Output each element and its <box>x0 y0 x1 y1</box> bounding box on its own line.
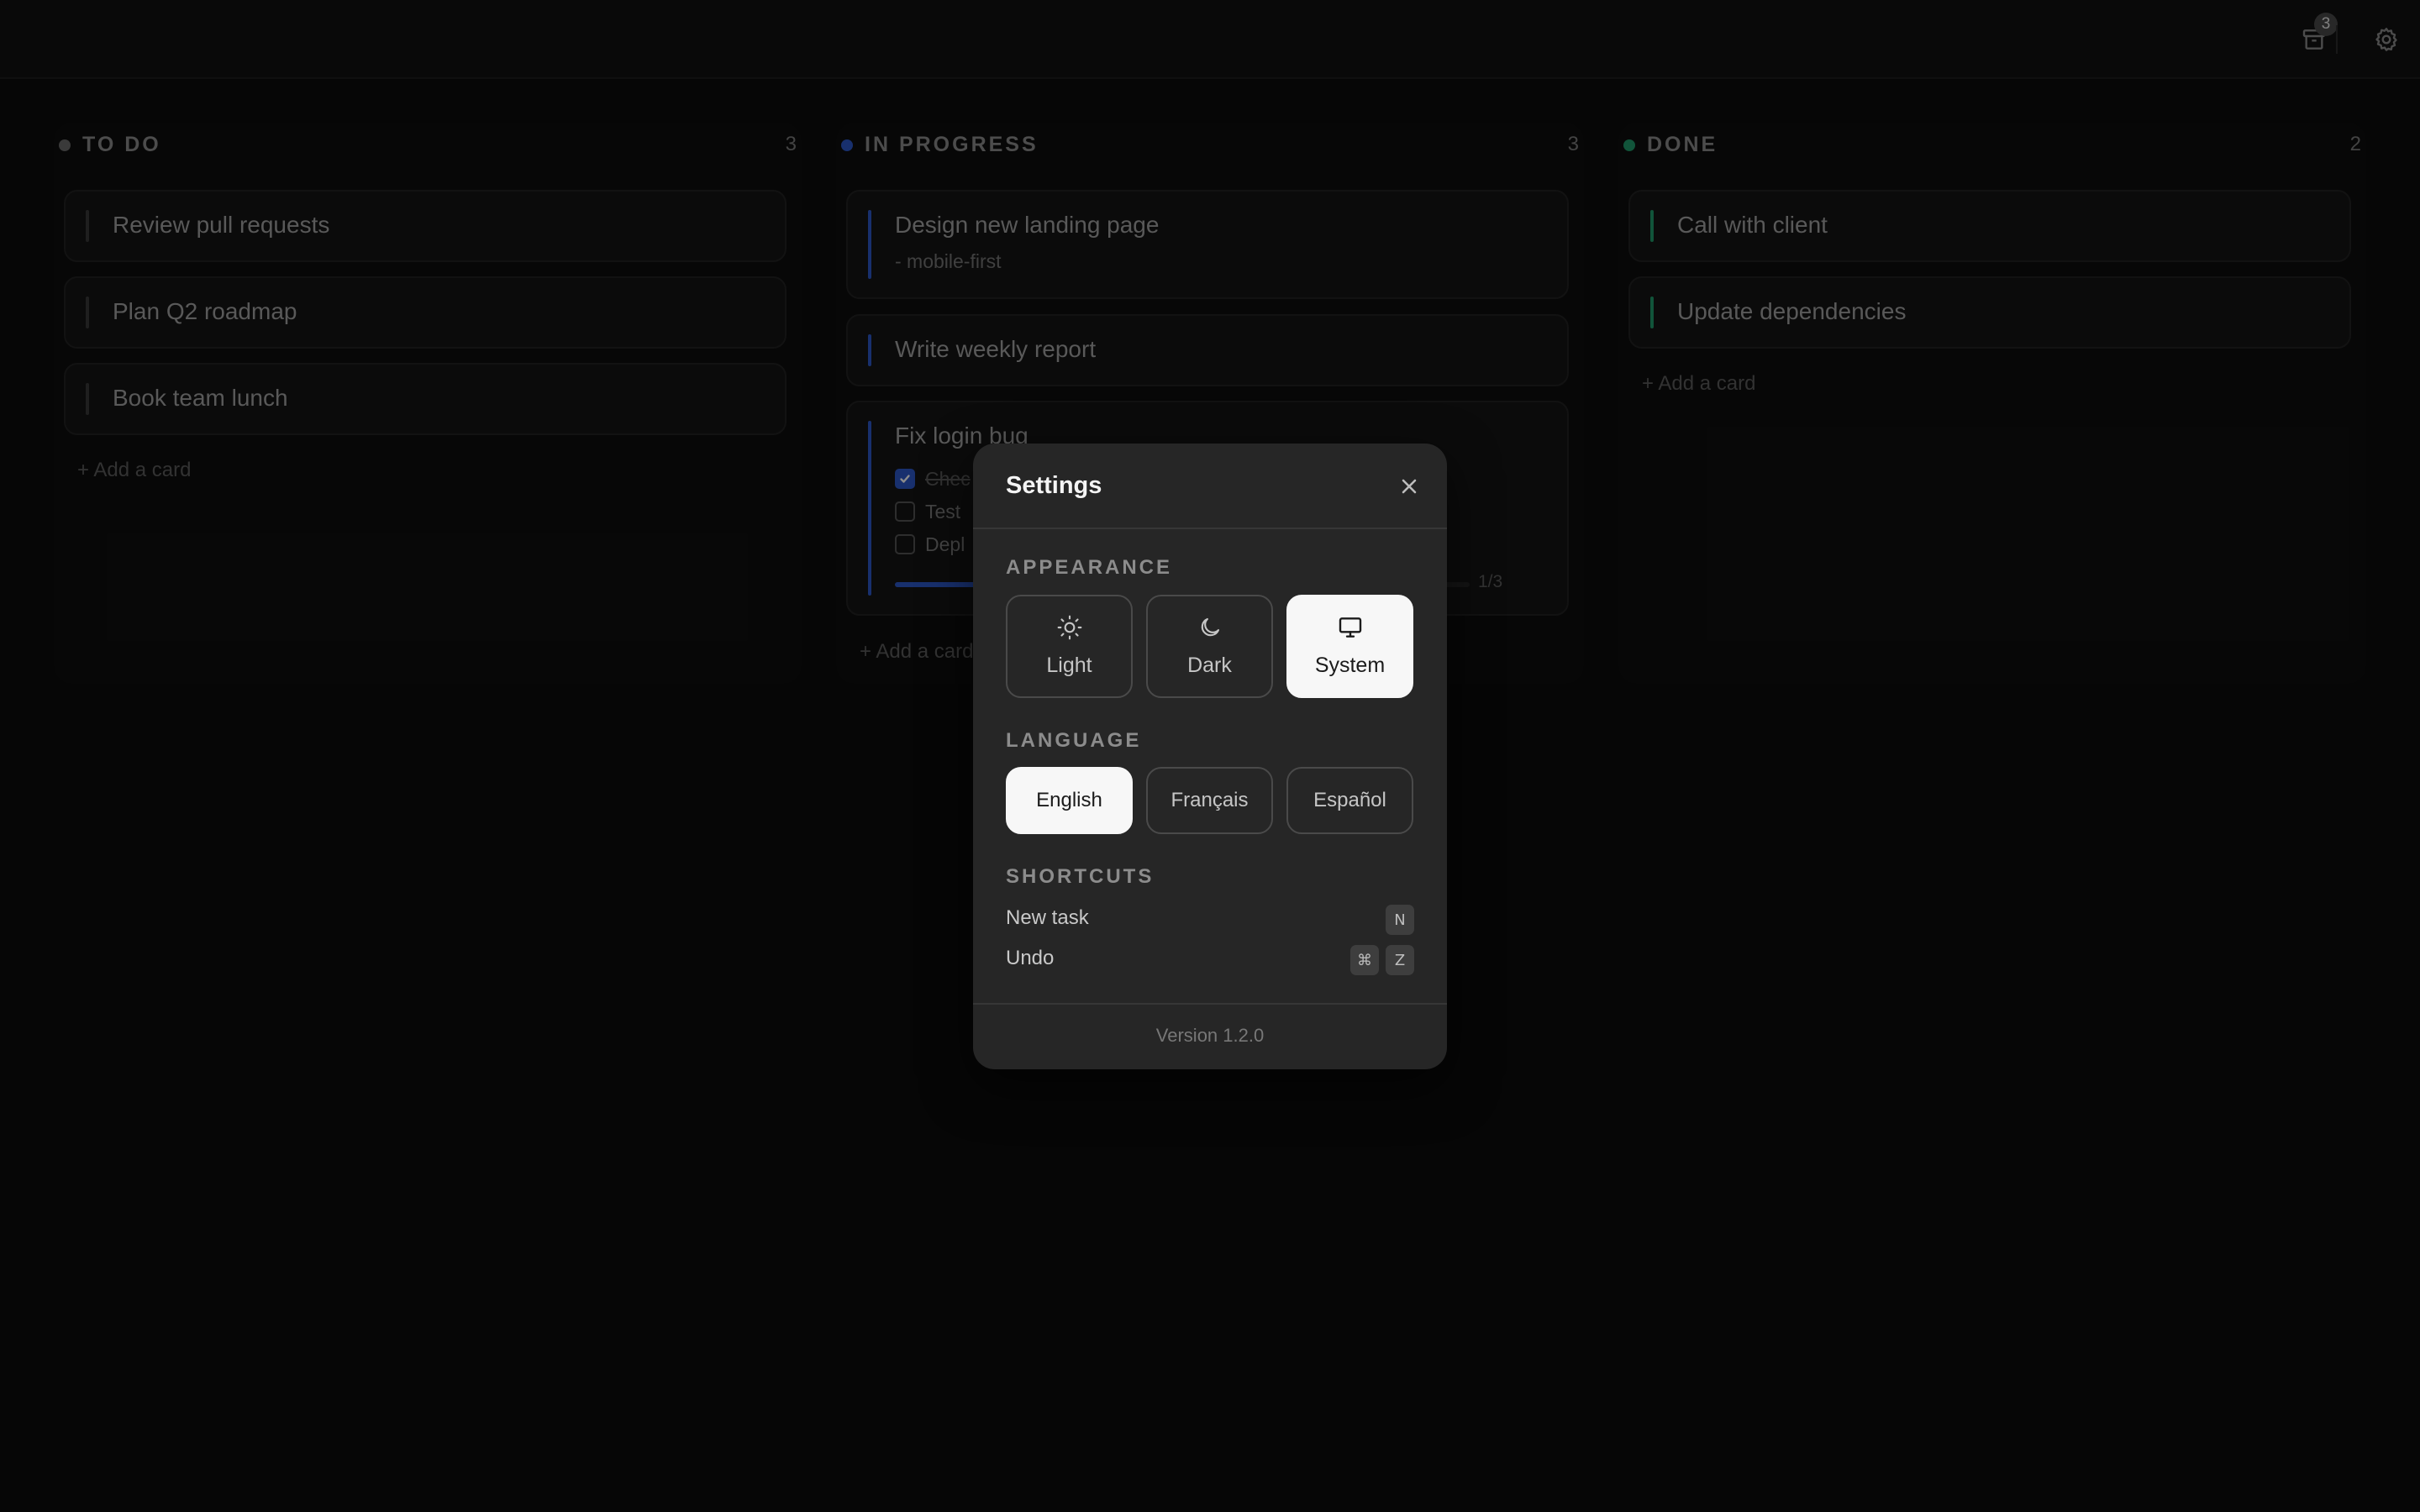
theme-option-label: Light <box>1046 654 1092 677</box>
close-icon <box>1402 479 1417 494</box>
shortcut-row: New task N <box>1006 905 1414 935</box>
dialog-header: Settings <box>973 444 1447 529</box>
close-button[interactable] <box>1395 472 1423 501</box>
theme-option-label: Dark <box>1187 654 1232 677</box>
shortcut-row: Undo ⌘ Z <box>1006 945 1414 975</box>
moon-icon <box>1201 617 1219 637</box>
language-option-spanish[interactable]: Español <box>1286 767 1413 834</box>
dialog-footer: Version 1.2.0 <box>973 1003 1447 1069</box>
language-option-french[interactable]: Français <box>1146 767 1273 834</box>
keyboard-key: N <box>1386 905 1414 935</box>
language-section-label: LANGUAGE <box>1006 729 1142 752</box>
sun-icon <box>1057 615 1081 640</box>
theme-option-light[interactable]: Light <box>1006 595 1133 698</box>
language-option-english[interactable]: English <box>1006 767 1133 834</box>
dialog-title: Settings <box>1006 472 1102 499</box>
theme-option-label: System <box>1314 654 1386 677</box>
theme-option-system[interactable]: System <box>1286 595 1413 698</box>
theme-option-dark[interactable]: Dark <box>1146 595 1273 698</box>
appearance-section-label: APPEARANCE <box>1006 556 1173 579</box>
shortcut-label: Undo <box>1006 947 1055 969</box>
shortcuts-section-label: SHORTCUTS <box>1006 865 1155 888</box>
keyboard-key: ⌘ <box>1350 945 1379 975</box>
settings-dialog: Settings APPEARANCE Light Dark System LA… <box>973 444 1447 1069</box>
shortcut-label: New task <box>1006 906 1089 929</box>
monitor-icon <box>1339 617 1361 638</box>
keyboard-key: Z <box>1386 945 1414 975</box>
version-label: Version 1.2.0 <box>1155 1025 1265 1046</box>
